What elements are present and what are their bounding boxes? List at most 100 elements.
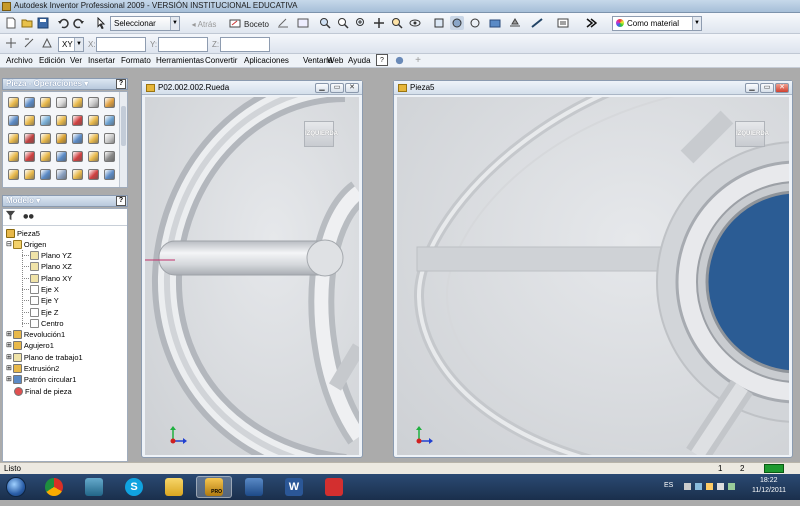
- material-combo[interactable]: Como material ▼: [612, 16, 702, 31]
- mirror-icon[interactable]: [72, 151, 83, 162]
- open-folder-icon[interactable]: [20, 16, 34, 30]
- loft-icon[interactable]: [88, 97, 99, 108]
- tray-arrow-icon[interactable]: [684, 483, 691, 490]
- help-icon[interactable]: ?: [116, 196, 126, 206]
- start-button[interactable]: [2, 476, 30, 498]
- menu-herramientas[interactable]: Herramientas: [156, 55, 204, 67]
- taskbar-screen[interactable]: [236, 476, 272, 498]
- work-axis-icon[interactable]: [104, 151, 115, 162]
- bend-part-icon[interactable]: [72, 169, 83, 180]
- thicken-icon[interactable]: [88, 133, 99, 144]
- work-point-icon[interactable]: [8, 169, 19, 180]
- viewport-pieza5[interactable]: IZQUIERDA: [397, 97, 789, 455]
- tree-item-origin[interactable]: Plano YZ: [30, 250, 72, 261]
- tree-item-feature[interactable]: ⊞ Patrón circular1: [6, 374, 76, 385]
- zoom-selected-icon[interactable]: [390, 16, 404, 30]
- content-center-icon[interactable]: [104, 169, 115, 180]
- save-icon[interactable]: [36, 16, 50, 30]
- chamfer-icon[interactable]: [56, 115, 67, 126]
- taskbar-chrome[interactable]: [36, 476, 72, 498]
- taskbar-explorer[interactable]: [76, 476, 112, 498]
- orbit-icon[interactable]: [408, 16, 422, 30]
- chevron-down-icon[interactable]: ▼: [170, 17, 179, 30]
- close-button[interactable]: ✕: [345, 83, 359, 93]
- taskbar-word[interactable]: W: [276, 476, 312, 498]
- help-icon[interactable]: ?: [376, 54, 388, 66]
- relative-origin-icon[interactable]: [22, 36, 36, 50]
- document-window-pieza5[interactable]: Pieza5 ▁ ▭ ✕ IZQUIERDA: [393, 80, 793, 458]
- expand-icon[interactable]: ⊞: [6, 363, 12, 374]
- document-window-rueda[interactable]: P02.002.002.Rueda ▁ ▭ ✕ IZQUIERDA: [141, 80, 363, 458]
- x-coordinate-input[interactable]: [96, 37, 146, 52]
- z-coordinate-input[interactable]: [220, 37, 270, 52]
- zoom-all-icon[interactable]: [318, 16, 332, 30]
- decal-icon[interactable]: [8, 151, 19, 162]
- rectangular-pattern-icon[interactable]: [40, 151, 51, 162]
- rib-icon[interactable]: [72, 97, 83, 108]
- scroll-thumb[interactable]: [121, 106, 126, 146]
- expand-icon[interactable]: ⊞: [6, 340, 12, 351]
- undo-icon[interactable]: [56, 16, 70, 30]
- boundary-patch-icon[interactable]: [40, 133, 51, 144]
- tree-item-feature[interactable]: ⊞ Extrusión2: [6, 363, 59, 374]
- binoculars-icon[interactable]: [23, 210, 35, 221]
- section-view-icon[interactable]: [530, 16, 544, 30]
- clock-date[interactable]: 11/12/2011: [752, 487, 786, 494]
- expand-icon[interactable]: ⊞: [6, 329, 12, 340]
- tree-root[interactable]: Pieza5: [6, 228, 40, 239]
- taskbar-inventor[interactable]: PRO: [196, 476, 232, 498]
- promote-icon[interactable]: [56, 169, 67, 180]
- viewcube[interactable]: IZQUIERDA: [735, 121, 769, 147]
- operations-panel-header[interactable]: Pieza - Operaciones ▾ ?: [2, 78, 128, 90]
- inventor-menu-icon[interactable]: [393, 54, 405, 66]
- viewcube[interactable]: IZQUIERDA: [304, 121, 338, 147]
- work-plane-icon[interactable]: [88, 151, 99, 162]
- taskbar-folder[interactable]: [156, 476, 192, 498]
- sketch-icon[interactable]: [228, 16, 242, 30]
- menu-archivo[interactable]: Archivo: [6, 55, 33, 67]
- delta-input-icon[interactable]: [40, 36, 54, 50]
- tray-flag-icon[interactable]: [728, 483, 735, 490]
- tree-item-feature[interactable]: Final de pieza: [6, 386, 72, 397]
- filter-icon[interactable]: [5, 210, 17, 221]
- delete-face-icon[interactable]: [24, 133, 35, 144]
- shell-icon[interactable]: [56, 97, 67, 108]
- return-icon[interactable]: [584, 16, 598, 30]
- tree-item-origin[interactable]: Eje X: [30, 284, 59, 295]
- wireframe-icon[interactable]: [468, 16, 482, 30]
- split-icon[interactable]: [72, 115, 83, 126]
- tree-item-origin[interactable]: Eje Z: [30, 307, 59, 318]
- tree-item-feature[interactable]: ⊞ Agujero1: [6, 340, 54, 351]
- hole-icon[interactable]: [40, 97, 51, 108]
- update-icon[interactable]: [296, 16, 310, 30]
- tree-item-origin[interactable]: Eje Y: [30, 295, 59, 306]
- viewport-rueda[interactable]: IZQUIERDA: [145, 97, 359, 455]
- revolve-icon[interactable]: [24, 97, 35, 108]
- menu-insertar[interactable]: Insertar: [88, 55, 115, 67]
- menu-aplicaciones[interactable]: Aplicaciones: [244, 55, 289, 67]
- menu-edicion[interactable]: Edición: [39, 55, 65, 67]
- dimension-icon[interactable]: [276, 16, 290, 30]
- color-style-icon[interactable]: [556, 16, 570, 30]
- circular-pattern-icon[interactable]: [56, 151, 67, 162]
- coordinate-mode-combo[interactable]: XY ▼: [58, 37, 84, 52]
- shared-sketch-icon[interactable]: [40, 169, 51, 180]
- tray-volume-icon[interactable]: [717, 483, 724, 490]
- language-indicator[interactable]: ES: [664, 482, 673, 489]
- tree-item-feature[interactable]: ⊞ Revolución1: [6, 329, 65, 340]
- tree-origin[interactable]: ⊟ Origen: [6, 239, 46, 250]
- collapse-icon[interactable]: ⊟: [6, 239, 12, 250]
- chevron-down-icon[interactable]: ▼: [692, 17, 701, 30]
- operations-scrollbar[interactable]: [119, 92, 127, 187]
- stitch-icon[interactable]: [56, 133, 67, 144]
- expand-icon[interactable]: ⊞: [6, 374, 12, 385]
- zoom-window-icon[interactable]: [336, 16, 350, 30]
- help-icon[interactable]: ?: [116, 79, 126, 89]
- close-button[interactable]: ✕: [775, 83, 789, 93]
- minimize-button[interactable]: ▁: [315, 83, 329, 93]
- tree-item-origin[interactable]: Centro: [30, 318, 64, 329]
- ucs-icon[interactable]: [24, 169, 35, 180]
- replace-face-icon[interactable]: [8, 133, 19, 144]
- sweep-icon[interactable]: [104, 97, 115, 108]
- document-title-bar[interactable]: P02.002.002.Rueda ▁ ▭ ✕: [142, 81, 362, 95]
